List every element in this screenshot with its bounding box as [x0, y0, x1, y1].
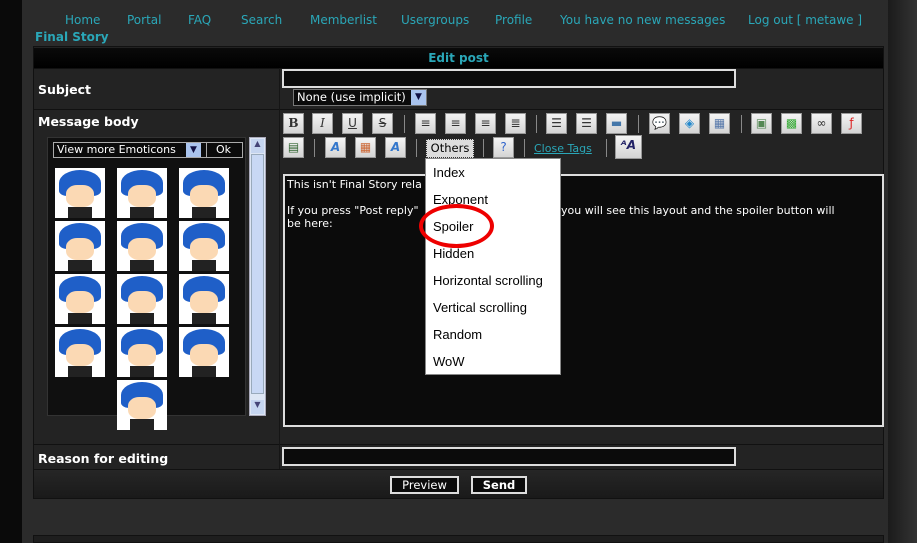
emoticon[interactable] [55, 221, 105, 271]
emoticon[interactable] [179, 168, 229, 218]
strike-button[interactable]: S [372, 113, 393, 134]
underline-button[interactable]: U [342, 113, 363, 134]
toolbar-separator [638, 115, 639, 133]
message-text: This isn't Final Story rela [287, 178, 422, 191]
emoticon[interactable] [117, 327, 167, 377]
menu-item-horizontal-scrolling[interactable]: Horizontal scrolling [433, 273, 543, 288]
emoticon[interactable] [55, 327, 105, 377]
toolbar-separator [314, 139, 315, 157]
next-section [33, 535, 884, 543]
bullet-list-icon[interactable]: ☰ [546, 113, 567, 134]
emoticon[interactable] [179, 327, 229, 377]
nav-faq[interactable]: FAQ [188, 13, 211, 27]
emoticon[interactable] [117, 274, 167, 324]
nav-home[interactable]: Home [65, 13, 100, 27]
emoticon[interactable] [117, 168, 167, 218]
justify-icon[interactable]: ≣ [505, 113, 526, 134]
emoticon[interactable] [55, 274, 105, 324]
numbered-list-icon[interactable]: ☰ [576, 113, 597, 134]
right-border [888, 0, 917, 543]
link-icon[interactable]: ∞ [811, 113, 832, 134]
others-button[interactable]: Others [426, 139, 474, 158]
toolbar-separator [536, 115, 537, 133]
nav-portal[interactable]: Portal [127, 13, 161, 27]
menu-item-vertical-scrolling[interactable]: Vertical scrolling [433, 300, 527, 315]
highlight-circle [419, 204, 494, 248]
forum-title[interactable]: Final Story [35, 30, 109, 44]
hr-icon[interactable]: ▬ [606, 113, 627, 134]
menu-item-index[interactable]: Index [433, 165, 465, 180]
toolbar-separator [483, 139, 484, 157]
toolbar-separator [524, 139, 525, 157]
nav-usergroups[interactable]: Usergroups [401, 13, 469, 27]
chevron-down-icon[interactable]: ▼ [186, 143, 201, 157]
quote-icon[interactable]: 💬 [649, 113, 670, 134]
align-left-icon[interactable]: ≡ [415, 113, 436, 134]
reason-input[interactable] [282, 447, 736, 466]
nav-memberlist[interactable]: Memberlist [310, 13, 377, 27]
video-icon[interactable]: ▤ [283, 137, 304, 158]
font-face-icon[interactable]: A [385, 137, 406, 158]
upload-image-icon[interactable]: ▣ [751, 113, 772, 134]
help-icon[interactable]: ? [493, 137, 514, 158]
scroll-down-icon[interactable]: ▼ [251, 400, 264, 414]
chevron-down-icon[interactable]: ▼ [411, 90, 426, 105]
send-button[interactable]: Send [471, 476, 527, 494]
emoticon[interactable] [55, 168, 105, 218]
menu-item-random[interactable]: Random [433, 327, 482, 342]
message-textarea[interactable]: This isn't Final Story rela If you press… [283, 174, 884, 427]
left-border [0, 0, 22, 543]
subject-label: Subject [38, 82, 91, 97]
emoticon[interactable] [117, 221, 167, 271]
others-menu: Index Exponent Spoiler Hidden Horizontal… [425, 158, 561, 375]
table-icon[interactable]: ▦ [709, 113, 730, 134]
post-icon-select-value: None (use implicit) [297, 90, 406, 104]
nav-search[interactable]: Search [241, 13, 282, 27]
menu-item-wow[interactable]: WoW [433, 354, 465, 369]
emoticons-ok-button[interactable]: Ok [206, 143, 240, 157]
post-icon-select[interactable]: None (use implicit) ▼ [293, 89, 427, 106]
toolbar-separator [741, 115, 742, 133]
bold-button[interactable]: B [283, 113, 304, 134]
toolbar-separator [416, 139, 417, 157]
message-text: ply you will see this layout and the spo… [541, 204, 835, 217]
close-tags-link[interactable]: Close Tags [534, 142, 592, 155]
emoticon[interactable] [179, 274, 229, 324]
message-label: Message body [38, 114, 139, 129]
emoticon[interactable] [117, 380, 167, 430]
italic-button[interactable]: I [312, 113, 333, 134]
remove-format-icon[interactable]: ᴬA [615, 135, 642, 159]
toolbar-separator [404, 115, 405, 133]
message-text: If you press "Post reply" [287, 204, 419, 217]
emoticons-select-value: View more Emoticons [57, 143, 176, 156]
toolbar-separator [606, 139, 607, 157]
align-right-icon[interactable]: ≡ [475, 113, 496, 134]
font-size-icon[interactable]: A [325, 137, 346, 158]
emoticons-select[interactable]: View more Emoticons ▼ Ok [53, 142, 243, 158]
message-text: be here: [287, 217, 333, 230]
scroll-up-icon[interactable]: ▲ [251, 139, 264, 153]
nav-profile[interactable]: Profile [495, 13, 532, 27]
column-divider [279, 68, 280, 469]
subject-input[interactable] [282, 69, 736, 88]
emoticon-scrollbar[interactable]: ▲ ▼ [249, 137, 266, 416]
preview-button[interactable]: Preview [390, 476, 459, 494]
reason-label: Reason for editing [38, 451, 169, 466]
nav-logout[interactable]: Log out [ metawe ] [748, 13, 862, 27]
menu-item-hidden[interactable]: Hidden [433, 246, 474, 261]
flash-icon[interactable]: ƒ [841, 113, 862, 134]
emoticon[interactable] [179, 221, 229, 271]
scroll-thumb[interactable] [251, 154, 264, 394]
align-center-icon[interactable]: ≡ [445, 113, 466, 134]
form-title: Edit post [34, 48, 883, 68]
nav-messages[interactable]: You have no new messages [560, 13, 725, 27]
image-icon[interactable]: ▩ [781, 113, 802, 134]
color-icon[interactable]: ▦ [355, 137, 376, 158]
code-icon[interactable]: ◈ [679, 113, 700, 134]
